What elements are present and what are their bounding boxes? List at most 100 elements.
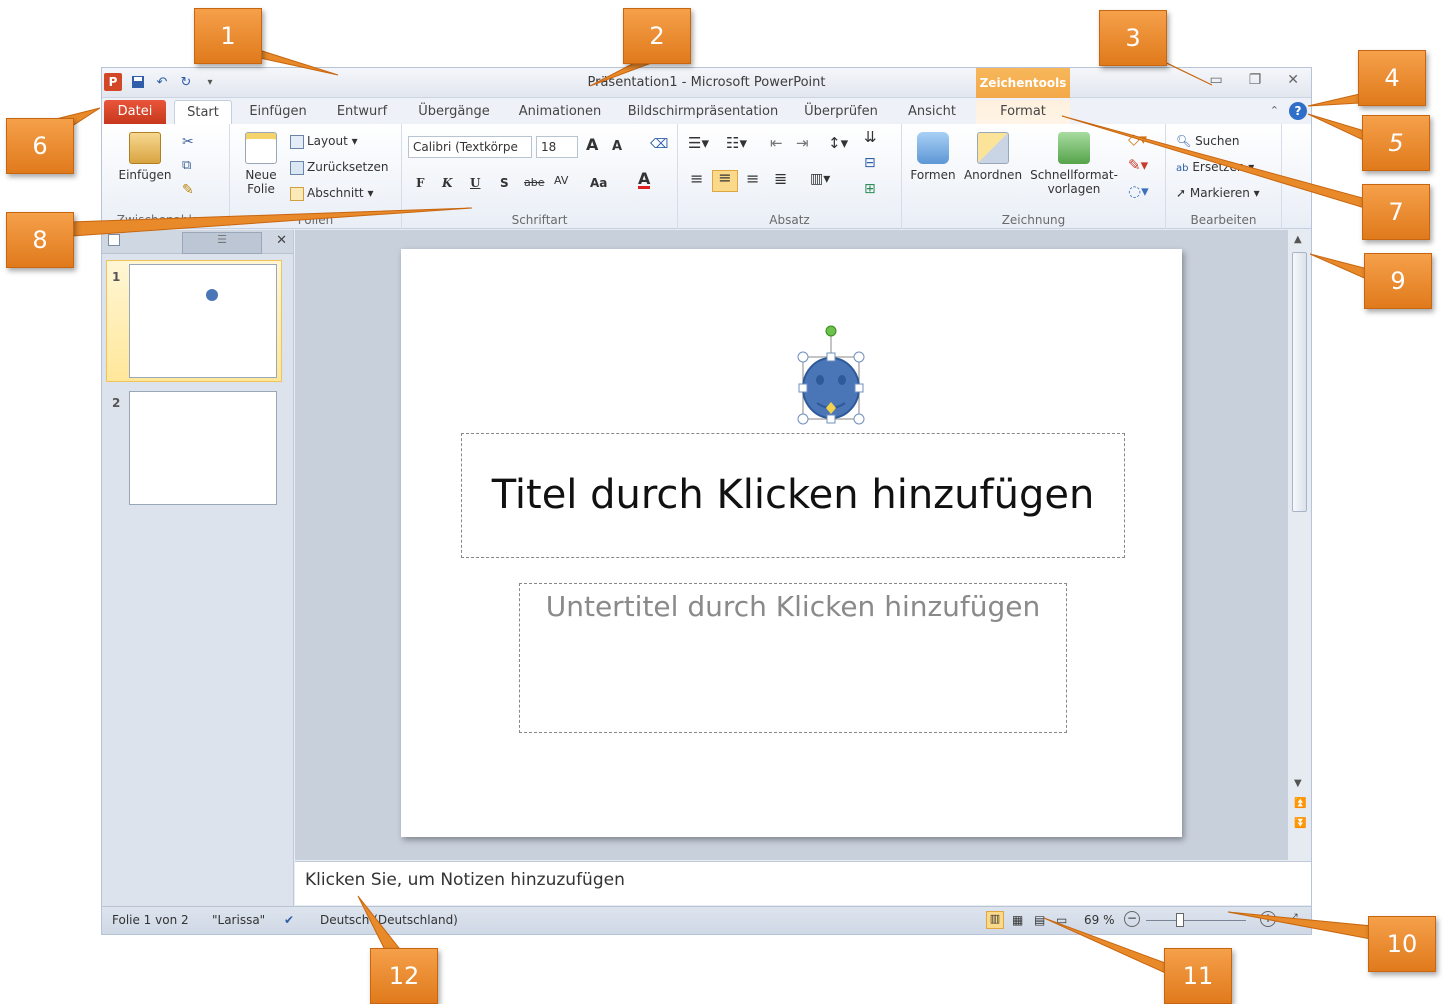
increase-indent-icon[interactable]: ⇥: [796, 136, 809, 151]
zoom-in-icon[interactable]: +: [1260, 911, 1276, 927]
shapes-button[interactable]: Formen: [908, 132, 958, 182]
align-left-icon[interactable]: ≡: [690, 171, 703, 187]
find-label: Suchen: [1195, 134, 1240, 148]
find-button[interactable]: 🔍︎ Suchen: [1176, 134, 1239, 148]
font-family-select[interactable]: Calibri (Textkörpe: [408, 136, 532, 158]
slide-thumbnail-1[interactable]: [129, 264, 277, 378]
slide-thumbnail-2[interactable]: [129, 391, 277, 505]
fit-to-window-icon[interactable]: ⤢: [1288, 911, 1298, 926]
align-center-icon[interactable]: ≡: [712, 170, 738, 192]
tab-review[interactable]: Überprüfen: [798, 100, 884, 124]
previous-slide-icon[interactable]: ⏫: [1294, 798, 1306, 809]
tab-insert[interactable]: Einfügen: [242, 100, 314, 124]
group-label-paragraph: Absatz: [769, 213, 810, 227]
decrease-indent-icon[interactable]: ⇤: [770, 136, 783, 151]
ribbon: Einfügen ✂ ⧉ ✎ Zwischenablage Neue Folie…: [102, 124, 1311, 229]
subtitle-placeholder[interactable]: Untertitel durch Klicken hinzufügen: [519, 583, 1067, 733]
select-button[interactable]: ➚ Markieren ▾: [1176, 186, 1260, 200]
strikethrough-button[interactable]: abe: [524, 176, 545, 190]
paste-button[interactable]: Einfügen: [112, 132, 178, 182]
notes-pane[interactable]: Klicken Sie, um Notizen hinzuzufügen: [295, 861, 1311, 905]
bold-button[interactable]: F: [416, 176, 425, 190]
layout-button[interactable]: Layout ▾: [290, 134, 358, 149]
zoom-slider[interactable]: [1146, 920, 1246, 921]
close-icon[interactable]: ✕: [1287, 72, 1299, 88]
line-spacing-icon[interactable]: ↕▾: [828, 136, 848, 151]
underline-button[interactable]: U: [470, 176, 480, 190]
minimize-ribbon-icon[interactable]: ⌃: [1270, 104, 1279, 117]
slideshow-view-icon[interactable]: ▭: [1056, 913, 1067, 927]
new-slide-button[interactable]: Neue Folie: [236, 132, 286, 196]
replace-button[interactable]: ab Ersetzen ▾: [1176, 160, 1254, 176]
replace-label: Ersetzen: [1192, 160, 1245, 174]
language-indicator[interactable]: Deutsch (Deutschland): [320, 913, 458, 927]
tab-transitions[interactable]: Übergänge: [410, 100, 498, 124]
slide-indicator: Folie 1 von 2: [112, 913, 189, 927]
scroll-down-icon[interactable]: ▼: [1294, 778, 1302, 789]
slide-sorter-icon[interactable]: ▦: [1012, 913, 1023, 927]
zoom-out-icon[interactable]: −: [1124, 911, 1140, 927]
tab-file[interactable]: Datei: [104, 100, 166, 124]
quick-styles-icon: [1058, 132, 1090, 164]
tab-view[interactable]: Ansicht: [900, 100, 964, 124]
bullets-icon[interactable]: ☰▾: [688, 136, 709, 151]
callout-8: 8: [6, 212, 74, 268]
smiley-shape[interactable]: [795, 321, 867, 431]
justify-icon[interactable]: ≣: [774, 171, 787, 187]
callout-6: 6: [6, 118, 74, 174]
change-case-button[interactable]: Aa: [590, 176, 607, 190]
clear-format-icon[interactable]: ⌫: [650, 138, 668, 152]
tab-format[interactable]: Format: [976, 100, 1070, 124]
shadow-button[interactable]: S: [500, 176, 509, 190]
cut-icon[interactable]: ✂: [182, 134, 194, 150]
numbering-icon[interactable]: ☷▾: [726, 136, 747, 151]
align-text-icon[interactable]: ⊟: [864, 156, 876, 170]
minimize-icon[interactable]: ▭: [1209, 72, 1222, 88]
close-panel-icon[interactable]: ✕: [276, 233, 287, 248]
slide-number-1: 1: [112, 270, 121, 284]
smartart-icon[interactable]: ⊞: [864, 182, 876, 196]
shrink-font-button[interactable]: A: [612, 140, 622, 154]
normal-view-icon[interactable]: ▥: [986, 911, 1004, 929]
scroll-thumb[interactable]: [1292, 252, 1307, 512]
font-color-button[interactable]: A: [638, 171, 651, 189]
arrange-label: Anordnen: [963, 168, 1023, 182]
zoom-level[interactable]: 69 %: [1084, 913, 1115, 927]
character-spacing-button[interactable]: AV: [554, 174, 568, 188]
slides-tab-icon[interactable]: [108, 234, 120, 246]
scroll-up-icon[interactable]: ▲: [1294, 234, 1302, 245]
outline-tab-icon[interactable]: ☰: [182, 232, 262, 254]
quick-styles-button[interactable]: Schnellformat- vorlagen: [1028, 132, 1120, 196]
restore-icon[interactable]: ❐: [1249, 72, 1262, 88]
shape-fill-icon[interactable]: ◇▾: [1128, 132, 1147, 147]
text-direction-icon[interactable]: ⇊: [864, 130, 877, 145]
next-slide-icon[interactable]: ⏬: [1294, 818, 1306, 829]
reset-button[interactable]: Zurücksetzen: [290, 160, 389, 175]
font-size-select[interactable]: 18: [536, 136, 578, 158]
callout-9: 9: [1364, 253, 1432, 309]
align-right-icon[interactable]: ≡: [746, 171, 759, 187]
vertical-scrollbar[interactable]: ▲ ▼ ⏫ ⏬: [1287, 230, 1311, 860]
shape-outline-icon[interactable]: ✎▾: [1128, 158, 1148, 173]
tab-slideshow[interactable]: Bildschirmpräsentation: [624, 100, 782, 124]
tab-design[interactable]: Entwurf: [328, 100, 396, 124]
arrange-button[interactable]: Anordnen: [960, 132, 1026, 182]
title-placeholder[interactable]: Titel durch Klicken hinzufügen: [461, 433, 1125, 558]
columns-icon[interactable]: ▥▾: [810, 172, 830, 186]
select-label: Markieren: [1189, 186, 1250, 200]
new-slide-label-2: Folie: [247, 182, 275, 196]
grow-font-button[interactable]: A: [586, 137, 598, 153]
section-button[interactable]: Abschnitt ▾: [290, 186, 373, 201]
slide-canvas[interactable]: Titel durch Klicken hinzufügen Untertite…: [401, 249, 1182, 837]
reading-view-icon[interactable]: ▤: [1034, 913, 1045, 927]
italic-button[interactable]: K: [442, 176, 452, 190]
spell-check-icon[interactable]: ✔: [284, 913, 294, 927]
window-title: Präsentation1 - Microsoft PowerPoint: [587, 75, 826, 90]
shape-effects-icon[interactable]: ◌▾: [1128, 184, 1149, 199]
tab-start[interactable]: Start: [174, 100, 232, 124]
format-painter-icon[interactable]: ✎: [182, 182, 194, 198]
tab-animations[interactable]: Animationen: [512, 100, 608, 124]
zoom-slider-thumb[interactable]: [1176, 913, 1184, 927]
help-icon[interactable]: ?: [1289, 102, 1307, 120]
copy-icon[interactable]: ⧉: [182, 158, 191, 173]
